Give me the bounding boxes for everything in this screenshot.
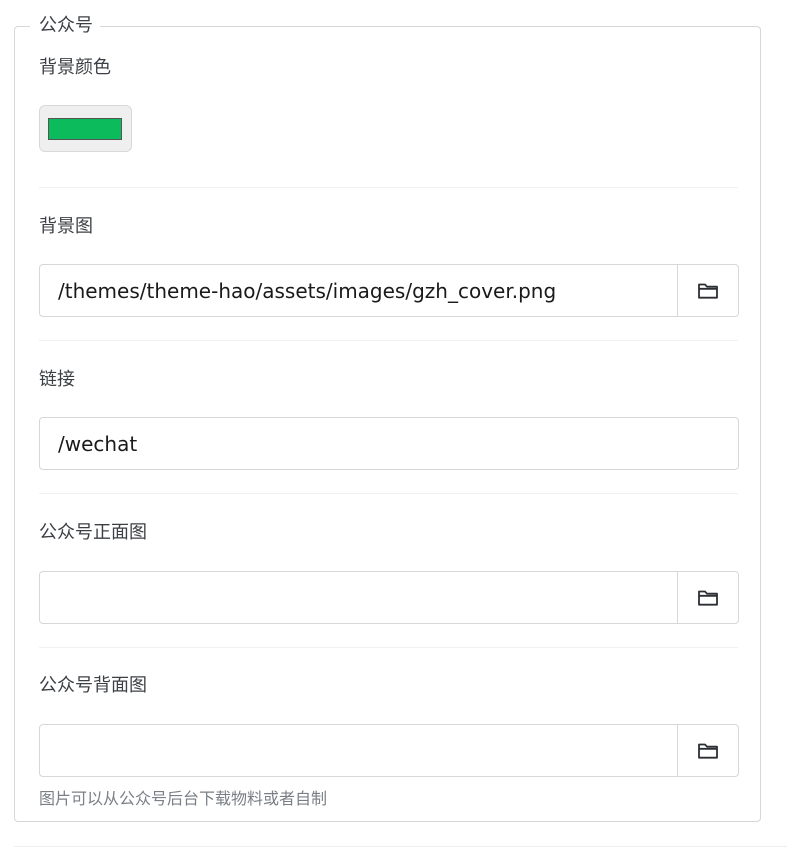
bg-image-label: 背景图 — [39, 216, 93, 237]
folder-icon — [698, 283, 718, 299]
bg-image-browse-button[interactable] — [677, 265, 738, 316]
back-image-help-text: 图片可以从公众号后台下载物料或者自制 — [39, 789, 328, 808]
folder-icon — [698, 590, 718, 606]
back-image-input-group — [39, 724, 739, 777]
divider — [39, 493, 738, 494]
bg-color-picker[interactable] — [39, 105, 132, 152]
link-label: 链接 — [39, 369, 75, 390]
back-image-browse-button[interactable] — [677, 725, 738, 776]
bg-color-swatch — [48, 118, 122, 140]
fieldset-legend: 公众号 — [30, 15, 100, 37]
bg-image-input[interactable] — [40, 265, 677, 316]
front-image-browse-button[interactable] — [677, 572, 738, 623]
divider — [39, 647, 738, 648]
link-input[interactable] — [40, 418, 738, 469]
front-image-input-group — [39, 571, 739, 624]
divider — [39, 340, 738, 341]
bg-color-label: 背景颜色 — [39, 57, 111, 78]
divider — [39, 187, 738, 188]
link-input-group — [39, 417, 739, 470]
front-image-label: 公众号正面图 — [39, 522, 147, 543]
bg-image-input-group — [39, 264, 739, 317]
back-image-label: 公众号背面图 — [39, 675, 147, 696]
divider — [14, 846, 787, 847]
folder-icon — [698, 743, 718, 759]
front-image-input[interactable] — [40, 572, 677, 623]
back-image-input[interactable] — [40, 725, 677, 776]
